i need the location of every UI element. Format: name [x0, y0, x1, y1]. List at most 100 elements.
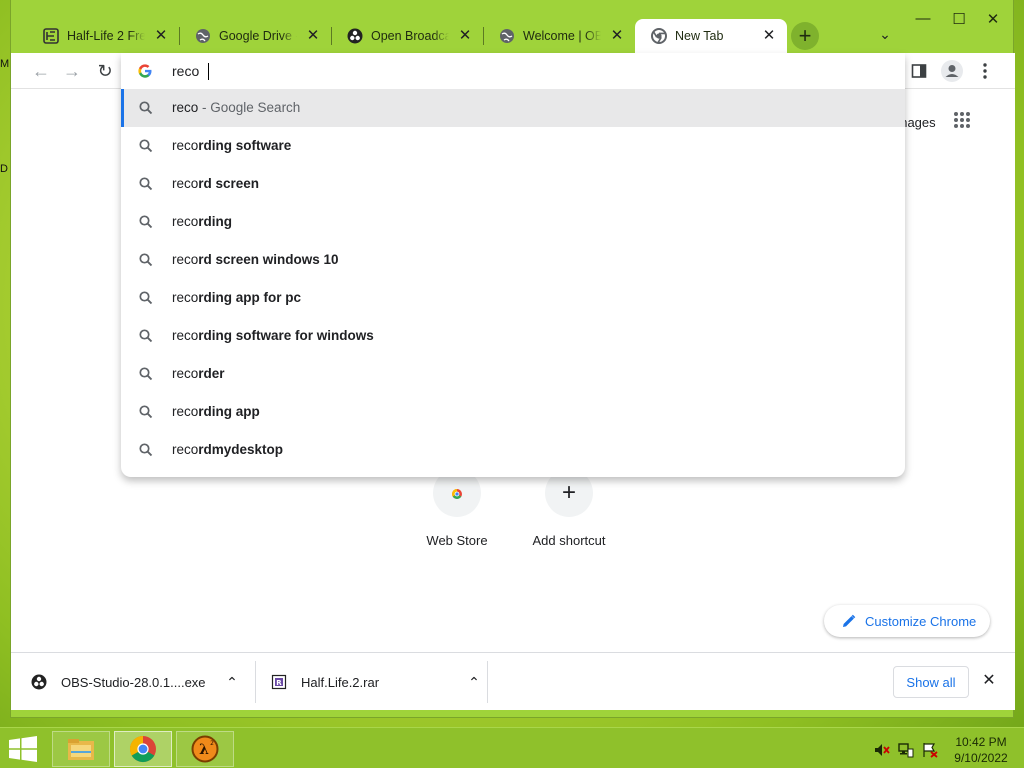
forward-button[interactable]: →: [60, 59, 84, 83]
clock-date: 9/10/2022: [954, 751, 1008, 765]
obs-icon: [31, 674, 47, 690]
close-icon[interactable]: ✕: [457, 28, 473, 44]
suggestion-completion: rder: [198, 366, 225, 381]
svg-text:λ: λ: [199, 742, 209, 758]
download-item-halflife[interactable]: R Half.Life.2.rar ⌃: [271, 653, 481, 711]
text-caret: [208, 63, 209, 80]
suggestion-item[interactable]: recording software for windows: [121, 317, 905, 355]
back-button[interactable]: ←: [29, 59, 53, 83]
suggestion-completion: rd screen windows 10: [198, 252, 339, 267]
profile-avatar[interactable]: [941, 60, 963, 82]
download-divider: [255, 661, 256, 703]
search-icon: [138, 100, 154, 116]
reload-button[interactable]: ↻: [93, 59, 117, 83]
tab-title: Open Broadcaster Software: [371, 29, 449, 43]
close-icon[interactable]: ✕: [153, 28, 169, 44]
side-panel-icon[interactable]: [911, 63, 927, 79]
tab-title: Google Drive - Virus scan warning: [219, 29, 297, 43]
close-icon[interactable]: ✕: [305, 28, 321, 44]
halflife2-icon: λ2: [191, 735, 219, 763]
downloads-bar: OBS-Studio-28.0.1....exe ⌃ R Half.Life.2…: [11, 652, 1015, 710]
close-icon[interactable]: ✕: [761, 28, 777, 44]
suggestion-item[interactable]: recording app for pc: [121, 279, 905, 317]
taskbar-file-explorer[interactable]: [52, 731, 110, 767]
browser-window: Half-Life 2 Free Download ✕ Google Drive…: [10, 0, 1015, 718]
show-all-button[interactable]: Show all: [893, 666, 969, 698]
suggestion-typed: reco: [172, 328, 199, 343]
download-item-obs[interactable]: OBS-Studio-28.0.1....exe ⌃: [31, 653, 241, 711]
shortcut-label: Add shortcut: [532, 533, 606, 548]
customize-chrome-button[interactable]: Customize Chrome: [824, 605, 990, 637]
suggestion-typed: reco: [172, 404, 199, 419]
suggestion-item[interactable]: recordmydesktop: [121, 431, 905, 469]
globe-icon: [195, 28, 211, 44]
tab-new-tab[interactable]: New Tab ✕: [635, 19, 787, 53]
tab-obs-project[interactable]: Open Broadcaster Software ✕: [331, 19, 483, 53]
halflife-site-icon: [43, 28, 59, 44]
suggestion-item[interactable]: recording app: [121, 393, 905, 431]
tab-halflife[interactable]: Half-Life 2 Free Download ✕: [27, 19, 179, 53]
suggestion-text: recording app for pc: [172, 290, 301, 305]
window-close-button[interactable]: ✕: [981, 10, 1005, 32]
action-center-icon[interactable]: [922, 742, 938, 758]
person-icon: [945, 65, 959, 77]
search-icon: [138, 366, 154, 382]
suggestion-item[interactable]: recording: [121, 203, 905, 241]
search-icon: [138, 328, 154, 344]
taskbar: λ2 10:42 PM 9/10/2022: [0, 727, 1024, 768]
download-filename: Half.Life.2.rar: [301, 674, 380, 690]
suggestion-completion: rding software: [198, 138, 292, 153]
omnibox[interactable]: [121, 53, 905, 89]
google-apps-icon[interactable]: [953, 111, 971, 129]
suggestion-item[interactable]: record screen windows 10: [121, 241, 905, 279]
close-downloads-icon[interactable]: ✕: [981, 673, 997, 689]
suggestion-typed: reco: [172, 442, 199, 457]
suggestion-completion: rdmydesktop: [198, 442, 284, 457]
chrome-icon: [651, 28, 667, 44]
shortcut-web-store[interactable]: Web Store: [407, 469, 507, 548]
taskbar-halflife2[interactable]: λ2: [176, 731, 234, 767]
taskbar-chrome[interactable]: [114, 731, 172, 767]
suggestion-item[interactable]: record screen: [121, 165, 905, 203]
tab-title: Welcome | OBS: [523, 29, 601, 43]
network-icon[interactable]: [898, 742, 914, 758]
maximize-button[interactable]: ☐: [947, 10, 971, 32]
omnibox-input[interactable]: [172, 61, 872, 81]
system-clock[interactable]: 10:42 PM 9/10/2022: [948, 734, 1014, 766]
search-icon: [138, 252, 154, 268]
suggestion-typed: reco: [172, 290, 199, 305]
file-explorer-icon: [68, 739, 94, 760]
download-divider: [487, 661, 488, 703]
more-menu-icon[interactable]: [977, 61, 993, 81]
tab-google-drive[interactable]: Google Drive - Virus scan warning ✕: [179, 19, 331, 53]
suggestion-text: record screen windows 10: [172, 252, 339, 267]
tab-welcome-obs[interactable]: Welcome | OBS ✕: [483, 19, 635, 53]
suggestion-item[interactable]: reco - Google Search: [121, 89, 905, 127]
close-icon[interactable]: ✕: [609, 28, 625, 44]
suggestion-text: recording software for windows: [172, 328, 374, 343]
volume-muted-icon[interactable]: [874, 742, 890, 758]
tab-search-chevron-icon[interactable]: ⌄: [875, 26, 895, 46]
omnibox-dropdown: reco - Google Searchrecording softwarere…: [121, 53, 905, 477]
desktop-icon-label: M: [0, 58, 10, 70]
new-tab-button[interactable]: +: [791, 22, 819, 50]
suggestion-typed: reco: [172, 100, 199, 115]
customize-label: Customize Chrome: [865, 613, 977, 629]
shortcut-add[interactable]: + Add shortcut: [519, 469, 619, 548]
suggestion-item[interactable]: recording software: [121, 127, 905, 165]
chevron-up-icon[interactable]: ⌃: [225, 674, 239, 690]
minimize-button[interactable]: —: [911, 10, 935, 32]
search-icon: [138, 290, 154, 306]
suggestion-text: reco - Google Search: [172, 100, 300, 115]
tab-title: Half-Life 2 Free Download: [67, 29, 145, 43]
suggestion-completion: rding software for windows: [198, 328, 374, 343]
suggestion-completion: rd screen: [198, 176, 260, 191]
suggestion-suffix: - Google Search: [198, 100, 301, 115]
suggestion-typed: reco: [172, 252, 199, 267]
suggestion-text: recording app: [172, 404, 260, 419]
windows-start-icon[interactable]: [8, 736, 38, 762]
chevron-up-icon[interactable]: ⌃: [467, 674, 481, 690]
tab-strip: Half-Life 2 Free Download ✕ Google Drive…: [11, 0, 1015, 54]
suggestion-typed: reco: [172, 176, 199, 191]
suggestion-item[interactable]: recorder: [121, 355, 905, 393]
